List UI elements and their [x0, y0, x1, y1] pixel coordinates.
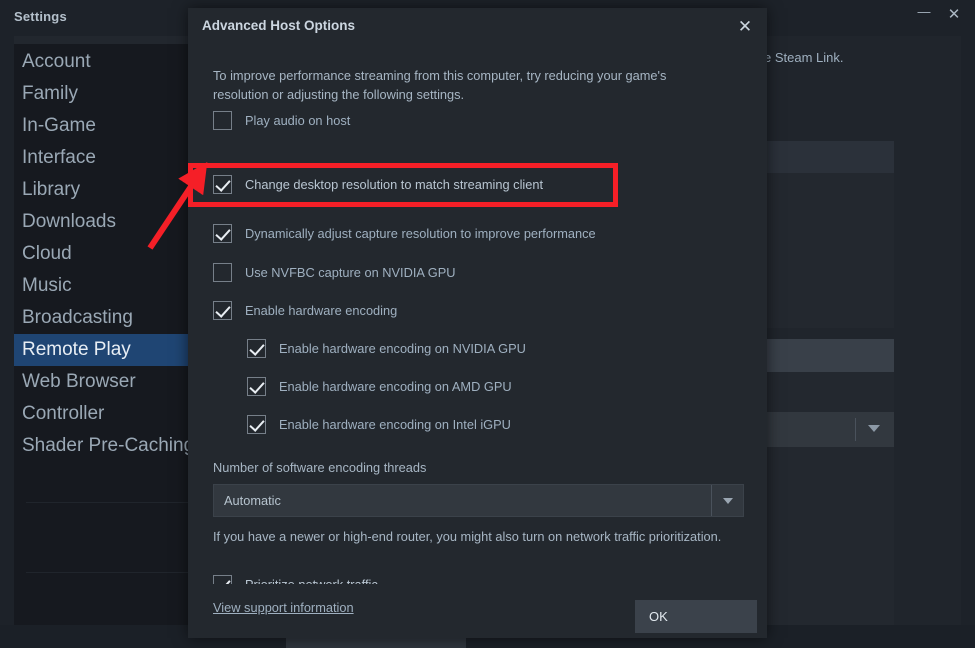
- sidebar-item-label: Music: [22, 275, 72, 297]
- sidebar-item-label: In-Game: [22, 115, 96, 137]
- sidebar-item-controller[interactable]: Controller: [14, 398, 211, 430]
- sidebar-item-broadcasting[interactable]: Broadcasting: [14, 302, 211, 334]
- advanced-host-options-dialog: Advanced Host Options ✕ To improve perfo…: [188, 8, 767, 638]
- dialog-titlebar: Advanced Host Options ✕: [188, 8, 767, 44]
- sidebar-item-family[interactable]: Family: [14, 78, 211, 110]
- dialog-title: Advanced Host Options: [202, 18, 355, 33]
- checkbox-enable-hardware-encoding-on-amd-gpu[interactable]: Enable hardware encoding on AMD GPU: [247, 374, 512, 398]
- sidebar-item-label: Controller: [22, 403, 104, 425]
- checkbox-label: Play audio on host: [245, 113, 350, 128]
- checkbox-enable-hardware-encoding-on-nvidia-gpu[interactable]: Enable hardware encoding on NVIDIA GPU: [247, 336, 526, 360]
- checkbox-icon[interactable]: [213, 175, 232, 194]
- checkbox-icon[interactable]: [213, 111, 232, 130]
- sidebar-item-cloud[interactable]: Cloud: [14, 238, 211, 270]
- sidebar-divider: [26, 572, 196, 573]
- checkbox-label: Enable hardware encoding on Intel iGPU: [279, 417, 511, 432]
- checkbox-change-desktop-resolution-to-match-streaming-client[interactable]: Change desktop resolution to match strea…: [213, 172, 543, 196]
- checkbox-label: Use NVFBC capture on NVIDIA GPU: [245, 265, 456, 280]
- checkbox-label: Dynamically adjust capture resolution to…: [245, 226, 596, 241]
- checkbox-icon[interactable]: [213, 224, 232, 243]
- encoding-threads-select[interactable]: Automatic: [213, 484, 744, 517]
- dialog-description: To improve performance streaming from th…: [213, 66, 721, 104]
- sidebar-item-label: Shader Pre-Caching: [22, 435, 194, 457]
- checkbox-label: Enable hardware encoding on AMD GPU: [279, 379, 512, 394]
- ok-button[interactable]: OK: [635, 600, 757, 633]
- sidebar-item-label: Remote Play: [22, 339, 131, 361]
- sidebar-divider: [26, 502, 196, 503]
- encoding-threads-value: Automatic: [224, 493, 281, 508]
- checkbox-dynamically-adjust-capture-resolution-to-improve-performance[interactable]: Dynamically adjust capture resolution to…: [213, 221, 596, 245]
- sidebar-item-label: Downloads: [22, 211, 116, 233]
- checkbox-enable-hardware-encoding[interactable]: Enable hardware encoding: [213, 298, 397, 322]
- checkbox-icon[interactable]: [213, 301, 232, 320]
- dialog-close-icon[interactable]: ✕: [733, 15, 757, 37]
- checkbox-play-audio-on-host[interactable]: Play audio on host: [213, 108, 350, 132]
- sidebar-item-label: Broadcasting: [22, 307, 133, 329]
- chevron-down-icon: [868, 425, 880, 432]
- checkbox-label: Enable hardware encoding: [245, 303, 397, 318]
- checkbox-icon[interactable]: [247, 339, 266, 358]
- sidebar-item-list: Account Family In-Game Interface Library Down…: [14, 46, 211, 462]
- checkbox-icon[interactable]: [247, 415, 266, 434]
- sidebar-item-web-browser[interactable]: Web Browser: [14, 366, 211, 398]
- window-controls: — ✕: [911, 2, 967, 26]
- checkbox-icon[interactable]: [247, 377, 266, 396]
- close-icon[interactable]: ✕: [941, 2, 967, 26]
- sidebar-item-downloads[interactable]: Downloads: [14, 206, 211, 238]
- checkbox-label: Enable hardware encoding on NVIDIA GPU: [279, 341, 526, 356]
- sidebar-item-label: Cloud: [22, 243, 72, 265]
- sidebar-item-in-game[interactable]: In-Game: [14, 110, 211, 142]
- view-support-information-link[interactable]: View support information: [213, 600, 354, 615]
- sidebar-item-label: Interface: [22, 147, 96, 169]
- app-root: Settings — ✕ Account Family In-Game Interfa…: [0, 0, 975, 648]
- chevron-down-icon[interactable]: [711, 485, 743, 516]
- encoding-threads-label: Number of software encoding threads: [213, 460, 426, 475]
- checkbox-icon[interactable]: [213, 263, 232, 282]
- sidebar-item-label: Library: [22, 179, 80, 201]
- sidebar-item-label: Account: [22, 51, 91, 73]
- caret-glyph: [723, 498, 733, 504]
- page-title: Settings: [14, 9, 67, 24]
- network-note: If you have a newer or high-end router, …: [213, 528, 723, 546]
- sidebar-item-shader-pre-caching[interactable]: Shader Pre-Caching: [14, 430, 211, 462]
- settings-sidebar: Account Family In-Game Interface Library Down…: [14, 36, 211, 625]
- sidebar-item-library[interactable]: Library: [14, 174, 211, 206]
- sidebar-item-remote-play[interactable]: Remote Play: [14, 334, 211, 366]
- sidebar-item-interface[interactable]: Interface: [14, 142, 211, 174]
- checkbox-enable-hardware-encoding-on-intel-igpu[interactable]: Enable hardware encoding on Intel iGPU: [247, 412, 511, 436]
- sidebar-item-account[interactable]: Account: [14, 46, 211, 78]
- sidebar-item-music[interactable]: Music: [14, 270, 211, 302]
- dialog-footer: View support information OK: [188, 584, 767, 638]
- dialog-body: To improve performance streaming from th…: [188, 44, 767, 584]
- checkbox-use-nvfbc-capture-on-nvidia-gpu[interactable]: Use NVFBC capture on NVIDIA GPU: [213, 260, 456, 284]
- sidebar-item-label: Web Browser: [22, 371, 136, 393]
- dropdown-separator: [855, 418, 856, 441]
- sidebar-item-label: Family: [22, 83, 78, 105]
- checkbox-label: Change desktop resolution to match strea…: [245, 177, 543, 192]
- minimize-icon[interactable]: —: [911, 2, 937, 26]
- sidebar-top-strip: [14, 36, 211, 44]
